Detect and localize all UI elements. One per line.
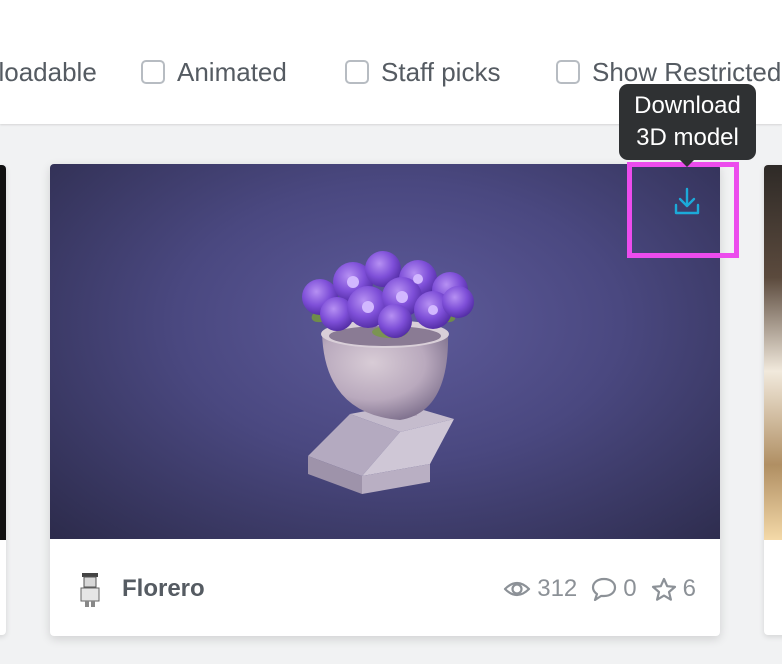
model-thumbnail[interactable] (50, 164, 720, 539)
comments-count: 0 (623, 575, 637, 602)
views-stat: 312 (503, 575, 577, 603)
tooltip-line-1: Download (634, 92, 741, 119)
comment-icon (592, 577, 617, 601)
flower-vase-model-image (302, 251, 474, 494)
filter-downloadable[interactable]: Downloadable (0, 55, 97, 89)
comments-stat[interactable]: 0 (591, 575, 637, 603)
filter-label: Staff picks (381, 56, 501, 87)
model-thumbnail[interactable] (764, 165, 782, 540)
animated-checkbox[interactable] (141, 60, 165, 84)
download-tooltip: Download 3D model (619, 84, 756, 160)
model-name[interactable]: Florero (122, 575, 205, 603)
views-count: 312 (537, 575, 578, 602)
tooltip-line-2: 3D model (636, 124, 739, 151)
model-card[interactable]: Florero 312 0 6 (50, 164, 720, 636)
model-card-previous[interactable] (0, 165, 6, 635)
model-thumbnail[interactable] (0, 165, 6, 540)
filter-label: Animated (177, 56, 287, 87)
filter-animated[interactable]: Animated (141, 55, 287, 89)
download-icon (674, 187, 700, 215)
model-stats: 312 0 6 (489, 575, 696, 603)
model-card-next[interactable] (764, 165, 782, 635)
eye-icon (504, 581, 531, 597)
show-restricted-checkbox[interactable] (556, 60, 580, 84)
likes-stat[interactable]: 6 (651, 575, 696, 603)
star-icon (651, 577, 676, 601)
staff-picks-checkbox[interactable] (345, 60, 369, 84)
likes-count: 6 (682, 575, 696, 602)
filter-label: Downloadable (0, 56, 97, 87)
tooltip-arrow (679, 159, 695, 167)
model-card-footer: Florero 312 0 6 (50, 539, 720, 636)
filter-label: Show Restricted (592, 56, 782, 87)
avatar[interactable] (76, 571, 104, 609)
download-button[interactable] (670, 182, 704, 222)
filter-staff-picks[interactable]: Staff picks (345, 55, 500, 89)
